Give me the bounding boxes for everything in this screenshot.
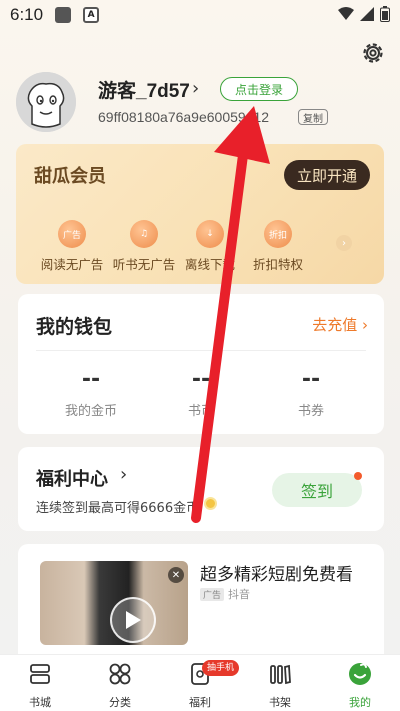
tab-label: 书城 [29, 696, 51, 709]
user-id: 69ff08180a76a9e60059a12 [98, 109, 270, 125]
wallet-stat-coins[interactable]: -- 我的金币 [36, 362, 146, 419]
chevron-right-icon[interactable]: › [192, 78, 199, 99]
tab-label: 福利 [189, 696, 211, 709]
welfare-title: 福利中心 [36, 469, 108, 490]
login-button[interactable]: 点击登录 [220, 77, 298, 101]
vip-perks: 广告 阅读无广告 ♫ 听书无广告 ↓ 离线下载 折扣 折扣特权 [16, 220, 384, 280]
chevron-right-icon: › [120, 464, 128, 485]
stat-label: 书券 [297, 404, 324, 419]
perk-label: 阅读无广告 [40, 257, 104, 272]
stat-value: -- [191, 367, 211, 392]
recharge-label: 去充值 [312, 316, 358, 334]
vip-card[interactable]: 甜瓜会员 立即开通 广告 阅读无广告 ♫ 听书无广告 ↓ 离线下载 折扣 折扣特… [16, 144, 384, 284]
wallet-card: 我的钱包 去充值 › -- 我的金币 -- 书币 -- 书券 [18, 294, 384, 434]
ad-source: 抖音 [228, 588, 251, 601]
checkin-button[interactable]: 签到 [272, 473, 362, 507]
notification-a-icon: A [83, 7, 100, 23]
wallet-stat-vouchers[interactable]: -- 书券 [256, 362, 366, 419]
coin-icon [204, 497, 217, 510]
tab-bookstore[interactable]: 书城 [10, 661, 70, 710]
no-ad-icon: 广告 [58, 220, 86, 248]
drama-ad-card[interactable]: ✕ 超多精彩短剧免费看 广告 抖音 [18, 544, 384, 654]
wallet-stat-book-coins[interactable]: -- 书币 [146, 362, 256, 419]
tab-bookshelf[interactable]: 书架 [250, 661, 310, 710]
wallet-title: 我的钱包 [36, 316, 113, 338]
notification-dot [354, 472, 362, 480]
status-bar: 6:10 A [0, 0, 400, 30]
drama-thumbnail[interactable] [40, 561, 188, 645]
category-icon [109, 663, 131, 685]
username[interactable]: 游客_7d57 [98, 76, 190, 103]
notification-icon [55, 7, 72, 23]
tab-label: 分类 [109, 696, 131, 709]
perk-label: 折扣特权 [252, 257, 303, 272]
battery-icon [380, 6, 390, 22]
vip-title: 甜瓜会员 [34, 166, 106, 187]
ad-tag: 广告 [200, 587, 225, 601]
chevron-right-icon[interactable]: › [336, 235, 352, 251]
tab-label: 我的 [349, 696, 371, 709]
drama-meta: 广告 抖音 [200, 586, 250, 602]
stat-value: -- [81, 367, 101, 392]
bookstore-icon [30, 664, 50, 684]
status-time: 6:10 [10, 5, 44, 24]
wifi-icon [338, 7, 354, 20]
settings-gear-icon[interactable] [360, 40, 386, 66]
perk-no-ad-reading[interactable]: 广告 阅读无广告 [32, 220, 112, 273]
tab-label: 书架 [269, 696, 291, 709]
signal-icon [360, 7, 374, 21]
tab-profile[interactable]: 我的 [330, 661, 390, 710]
close-icon[interactable]: ✕ [168, 567, 184, 583]
tab-badge: 抽手机 [202, 660, 240, 676]
stat-label: 我的金币 [64, 404, 117, 419]
headphone-icon: ♫ [130, 220, 158, 248]
avatar[interactable] [16, 72, 76, 132]
divider [36, 350, 366, 351]
download-icon: ↓ [196, 220, 224, 248]
play-icon[interactable] [110, 597, 156, 643]
tab-category[interactable]: 分类 [90, 661, 150, 710]
recharge-link[interactable]: 去充值 › [312, 314, 368, 335]
drama-title: 超多精彩短剧免费看 [200, 565, 353, 585]
welfare-subtitle: 连续签到最高可得6666金币 [36, 501, 200, 516]
profile-icon [349, 663, 371, 685]
copy-id-button[interactable]: 复制 [298, 109, 328, 125]
welfare-card[interactable]: 福利中心 › 连续签到最高可得6666金币 签到 [18, 447, 384, 531]
bottom-tab-bar: 书城 分类 福利 书架 我的 [0, 654, 400, 711]
stat-label: 书币 [187, 404, 214, 419]
perk-discount[interactable]: 折扣 折扣特权 [238, 220, 318, 273]
sheep-avatar-icon [16, 72, 76, 132]
bookshelf-icon [270, 664, 291, 685]
vip-open-button[interactable]: 立即开通 [284, 160, 370, 190]
stat-value: -- [301, 367, 321, 392]
discount-icon: 折扣 [264, 220, 292, 248]
